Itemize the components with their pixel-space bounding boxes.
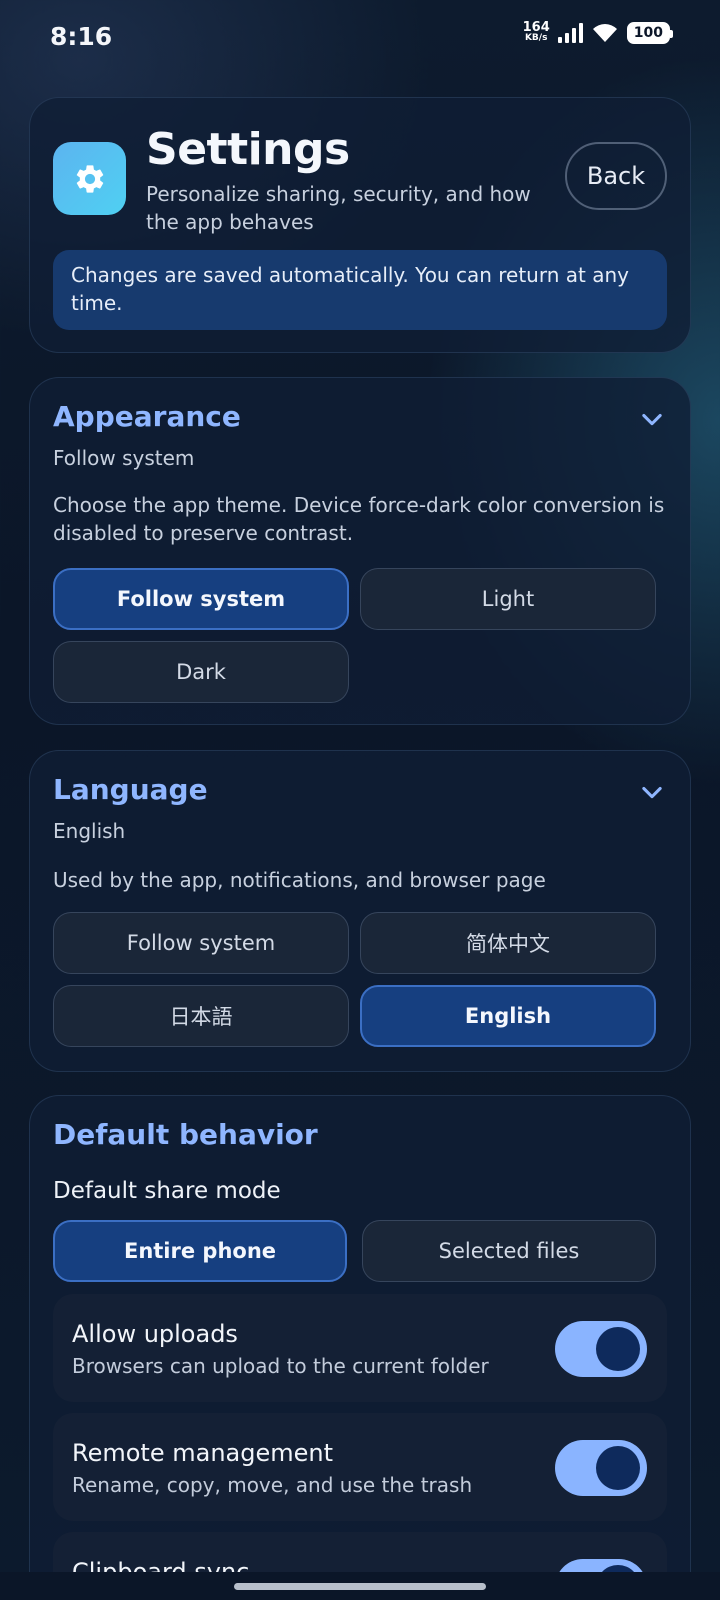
- chevron-down-icon[interactable]: [638, 778, 666, 806]
- language-description: Used by the app, notifications, and brow…: [53, 868, 546, 892]
- back-button[interactable]: Back: [565, 142, 667, 210]
- page-title: Settings: [146, 124, 350, 175]
- appearance-description: Choose the app theme. Device force-dark …: [53, 493, 665, 545]
- theme-option-dark[interactable]: Dark: [53, 641, 349, 703]
- language-option-japanese[interactable]: 日本語: [53, 985, 349, 1047]
- remote-management-row[interactable]: Remote management Rename, copy, move, an…: [53, 1413, 667, 1521]
- gear-icon: [76, 164, 103, 193]
- share-mode-label: Default share mode: [53, 1178, 281, 1204]
- language-option-english[interactable]: English: [360, 985, 656, 1047]
- status-bar: 8:16 164 KB/s 100: [0, 0, 720, 78]
- default-behavior-title: Default behavior: [53, 1118, 318, 1151]
- allow-uploads-toggle[interactable]: [555, 1321, 647, 1377]
- app-icon: [53, 142, 126, 215]
- network-speed: 164 KB/s: [522, 20, 550, 44]
- default-behavior-section: Default behavior Default share mode Enti…: [29, 1095, 691, 1600]
- autosave-info-banner: Changes are saved automatically. You can…: [53, 250, 667, 330]
- allow-uploads-row[interactable]: Allow uploads Browsers can upload to the…: [53, 1294, 667, 1402]
- appearance-title: Appearance: [53, 400, 241, 433]
- remote-management-title: Remote management: [72, 1439, 333, 1467]
- allow-uploads-description: Browsers can upload to the current folde…: [72, 1354, 489, 1378]
- network-speed-unit: KB/s: [524, 33, 548, 43]
- share-mode-selected-files[interactable]: Selected files: [362, 1220, 656, 1282]
- wifi-icon: [592, 24, 617, 42]
- appearance-section: Appearance Follow system Choose the app …: [29, 377, 691, 725]
- home-indicator[interactable]: [234, 1583, 486, 1590]
- remote-management-description: Rename, copy, move, and use the trash: [72, 1473, 473, 1497]
- chevron-down-icon[interactable]: [638, 405, 666, 433]
- battery-icon: 100: [626, 22, 674, 44]
- settings-header-card: Settings Personalize sharing, security, …: [29, 97, 691, 353]
- page-subtitle: Personalize sharing, security, and how t…: [146, 182, 531, 234]
- allow-uploads-title: Allow uploads: [72, 1320, 238, 1348]
- battery-level: 100: [633, 25, 663, 41]
- language-current-value: English: [53, 819, 126, 843]
- language-option-follow-system[interactable]: Follow system: [53, 912, 349, 974]
- share-mode-entire-phone[interactable]: Entire phone: [53, 1220, 347, 1282]
- language-option-simplified-chinese[interactable]: 简体中文: [360, 912, 656, 974]
- language-title: Language: [53, 773, 208, 806]
- language-section: Language English Used by the app, notifi…: [29, 750, 691, 1072]
- toggle-knob: [596, 1327, 640, 1371]
- remote-management-toggle[interactable]: [555, 1440, 647, 1496]
- appearance-current-value: Follow system: [53, 446, 195, 470]
- theme-option-light[interactable]: Light: [360, 568, 656, 630]
- status-time: 8:16: [50, 22, 113, 51]
- theme-option-follow-system[interactable]: Follow system: [53, 568, 349, 630]
- network-speed-value: 164: [522, 20, 550, 35]
- cellular-signal-icon: [557, 23, 583, 43]
- status-icons: 164 KB/s 100: [522, 20, 674, 44]
- toggle-knob: [596, 1446, 640, 1490]
